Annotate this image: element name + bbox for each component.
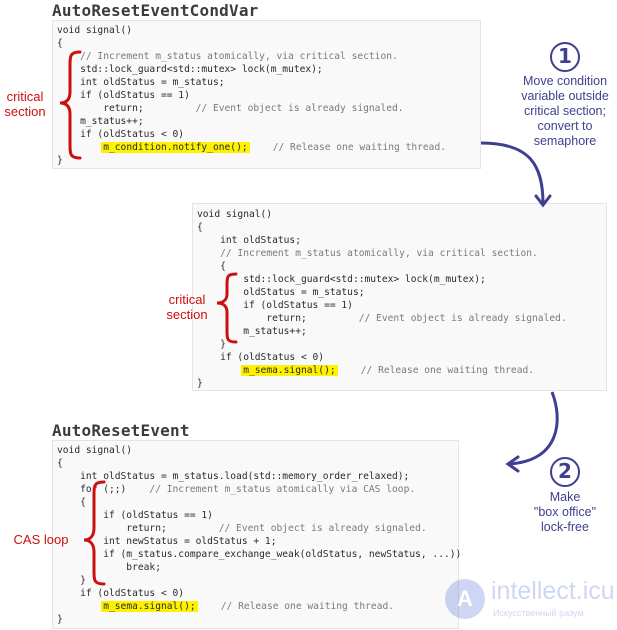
step-2-description: Make "box office" lock-free [533, 490, 597, 534]
watermark: A intellect.icu Искусственный разум [445, 575, 617, 625]
watermark-logo-icon: A [445, 579, 485, 619]
arrow-step-2 [508, 391, 559, 466]
step-2-number-icon: 2 [550, 457, 580, 487]
step-1-description: Move condition variable outside critical… [521, 74, 609, 148]
brace-cas-loop [83, 480, 106, 586]
brace-critical-section-2 [216, 272, 238, 344]
watermark-tagline: Искусственный разум [493, 608, 584, 618]
arrow-step-1 [480, 141, 545, 205]
watermark-brand: intellect.icu [491, 577, 615, 605]
brace-critical-section-1 [59, 50, 82, 160]
step-1-number-icon: 1 [550, 42, 580, 72]
